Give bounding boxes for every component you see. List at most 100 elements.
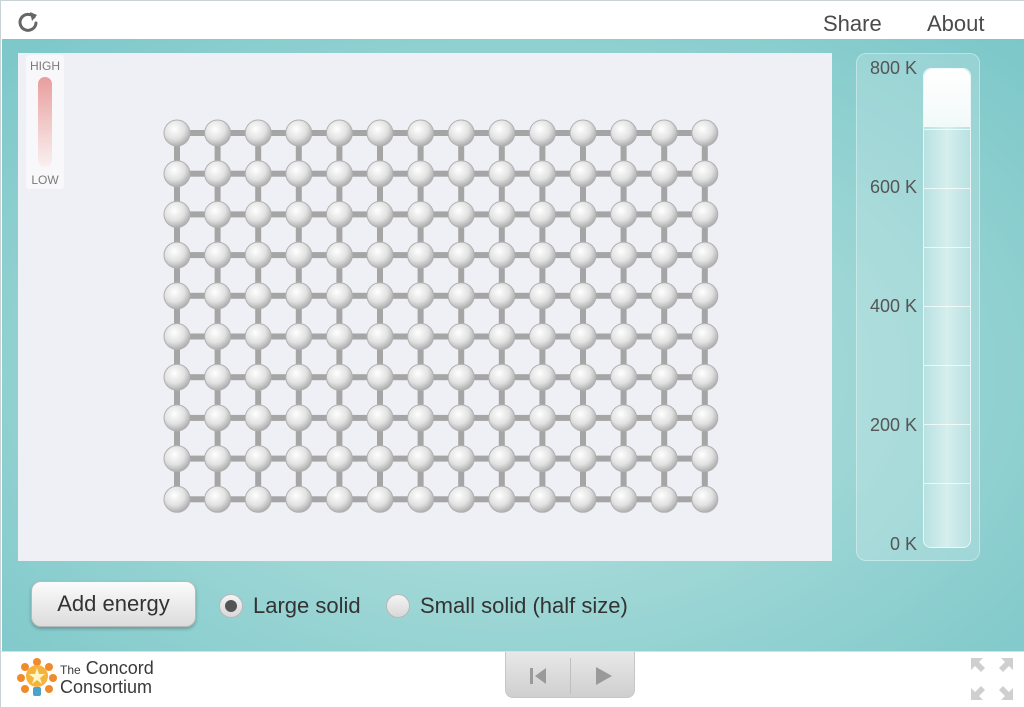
atom[interactable] — [366, 363, 394, 391]
atom[interactable] — [610, 404, 638, 432]
atom[interactable] — [204, 485, 232, 513]
atom[interactable] — [244, 119, 272, 147]
atom[interactable] — [528, 241, 556, 269]
atom[interactable] — [610, 200, 638, 228]
atom[interactable] — [691, 160, 719, 188]
atom[interactable] — [528, 119, 556, 147]
atom[interactable] — [691, 282, 719, 310]
atom[interactable] — [285, 200, 313, 228]
atom[interactable] — [285, 485, 313, 513]
atom[interactable] — [650, 282, 678, 310]
atom[interactable] — [569, 323, 597, 350]
atom[interactable] — [447, 119, 475, 147]
atom[interactable] — [407, 363, 435, 391]
atom[interactable] — [528, 363, 556, 391]
atom[interactable] — [244, 323, 272, 350]
atom[interactable] — [488, 160, 516, 188]
atom[interactable] — [447, 485, 475, 513]
atom[interactable] — [204, 323, 232, 350]
atom[interactable] — [244, 404, 272, 432]
atom[interactable] — [325, 485, 353, 513]
atom[interactable] — [163, 119, 191, 147]
atom[interactable] — [285, 282, 313, 310]
atom[interactable] — [569, 241, 597, 269]
radio-small-label[interactable]: Small solid (half size) — [420, 593, 628, 619]
atom[interactable] — [528, 485, 556, 513]
atom[interactable] — [204, 200, 232, 228]
atom[interactable] — [325, 445, 353, 473]
atom[interactable] — [691, 445, 719, 473]
atom[interactable] — [650, 485, 678, 513]
atom[interactable] — [691, 485, 719, 513]
atom[interactable] — [447, 200, 475, 228]
atom[interactable] — [163, 323, 191, 350]
atom[interactable] — [569, 119, 597, 147]
atom[interactable] — [244, 445, 272, 473]
atom[interactable] — [488, 282, 516, 310]
atom[interactable] — [691, 323, 719, 350]
atom[interactable] — [488, 200, 516, 228]
radio-large-solid[interactable]: Large solid — [219, 592, 361, 620]
reset-icon[interactable] — [524, 662, 554, 690]
atom[interactable] — [528, 160, 556, 188]
atom[interactable] — [244, 200, 272, 228]
atom[interactable] — [244, 282, 272, 310]
atom[interactable] — [691, 119, 719, 147]
atom[interactable] — [650, 323, 678, 350]
atom[interactable] — [447, 323, 475, 350]
atom[interactable] — [163, 160, 191, 188]
atom[interactable] — [569, 282, 597, 310]
add-energy-button[interactable]: Add energy — [31, 581, 196, 627]
atom[interactable] — [447, 160, 475, 188]
atom[interactable] — [366, 200, 394, 228]
atom[interactable] — [325, 282, 353, 310]
reload-icon[interactable] — [15, 9, 41, 35]
atom[interactable] — [650, 404, 678, 432]
atom[interactable] — [366, 445, 394, 473]
atom[interactable] — [285, 323, 313, 350]
atom[interactable] — [488, 241, 516, 269]
atom[interactable] — [325, 119, 353, 147]
atom[interactable] — [650, 119, 678, 147]
atom[interactable] — [610, 119, 638, 147]
atom[interactable] — [488, 119, 516, 147]
atom[interactable] — [325, 363, 353, 391]
atom[interactable] — [244, 485, 272, 513]
atom[interactable] — [163, 363, 191, 391]
atom[interactable] — [366, 241, 394, 269]
atom[interactable] — [204, 160, 232, 188]
atom[interactable] — [569, 160, 597, 188]
atom[interactable] — [610, 485, 638, 513]
atom[interactable] — [691, 241, 719, 269]
atom[interactable] — [488, 404, 516, 432]
atom[interactable] — [488, 323, 516, 350]
atom[interactable] — [650, 445, 678, 473]
atom[interactable] — [610, 363, 638, 391]
atom[interactable] — [325, 160, 353, 188]
atom[interactable] — [366, 323, 394, 350]
atom[interactable] — [163, 241, 191, 269]
atom[interactable] — [569, 404, 597, 432]
atom[interactable] — [366, 485, 394, 513]
atom[interactable] — [163, 200, 191, 228]
atom[interactable] — [488, 485, 516, 513]
atom[interactable] — [407, 323, 435, 350]
atom[interactable] — [407, 282, 435, 310]
atom[interactable] — [528, 445, 556, 473]
atom[interactable] — [204, 445, 232, 473]
atom[interactable] — [569, 363, 597, 391]
radio-large-indicator[interactable] — [219, 594, 243, 618]
atom[interactable] — [407, 200, 435, 228]
atom[interactable] — [163, 485, 191, 513]
atom[interactable] — [204, 119, 232, 147]
atom[interactable] — [650, 241, 678, 269]
atom[interactable] — [325, 323, 353, 350]
atom[interactable] — [691, 200, 719, 228]
atom[interactable] — [366, 404, 394, 432]
radio-large-label[interactable]: Large solid — [253, 593, 361, 619]
atom[interactable] — [366, 160, 394, 188]
atom[interactable] — [610, 445, 638, 473]
atom[interactable] — [285, 363, 313, 391]
play-icon[interactable] — [588, 662, 618, 690]
atom[interactable] — [488, 363, 516, 391]
